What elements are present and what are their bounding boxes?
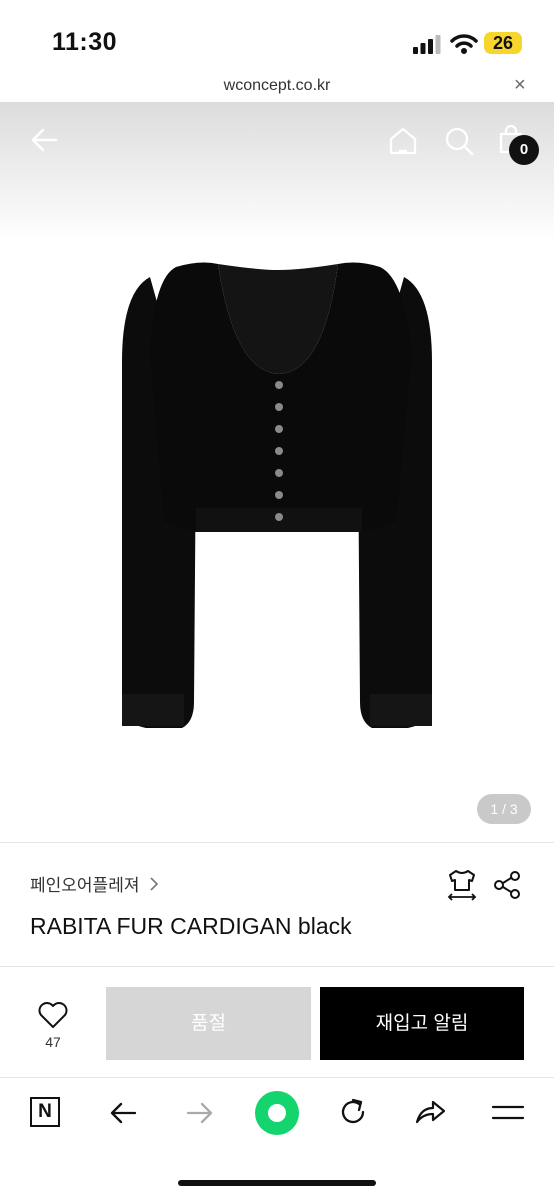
cart-count-badge: 0 <box>509 135 539 165</box>
back-icon[interactable] <box>108 1098 138 1128</box>
menu-icon[interactable] <box>491 1102 525 1124</box>
green-dot-center <box>268 1104 286 1122</box>
close-icon[interactable]: × <box>514 74 526 97</box>
naver-n-button[interactable]: N <box>30 1097 60 1127</box>
cardigan-image <box>122 262 432 728</box>
green-dot-button[interactable] <box>255 1091 299 1135</box>
brand-name: 페인오어플레져 <box>30 876 140 895</box>
like-count: 47 <box>45 1034 61 1050</box>
home-indicator <box>178 1180 376 1186</box>
divider <box>0 966 554 967</box>
share-arrow-icon[interactable] <box>413 1096 447 1128</box>
battery-indicator: 26 <box>484 32 522 54</box>
refresh-icon[interactable] <box>337 1096 369 1128</box>
url-text[interactable]: wconcept.co.kr <box>0 77 554 95</box>
forward-icon[interactable] <box>185 1098 215 1128</box>
chevron-right-icon <box>150 877 159 891</box>
gallery-counter: 1 / 3 <box>477 794 531 824</box>
home-icon[interactable] <box>387 125 419 157</box>
brand-link[interactable]: 페인오어플레져 <box>30 871 160 896</box>
soldout-button[interactable]: 품절 <box>106 987 311 1060</box>
share-icon[interactable] <box>492 870 522 900</box>
search-icon[interactable] <box>443 125 475 157</box>
restock-alert-button[interactable]: 재입고 알림 <box>320 987 524 1060</box>
divider <box>0 842 554 843</box>
cellular-signal-icon <box>413 35 441 54</box>
heart-icon[interactable] <box>37 1001 69 1029</box>
size-guide-icon[interactable] <box>446 868 478 902</box>
wifi-icon <box>450 34 478 54</box>
status-time: 11:30 <box>52 28 118 56</box>
back-arrow-icon[interactable] <box>28 124 60 156</box>
product-image-gallery[interactable] <box>0 102 554 842</box>
product-name: RABITA FUR CARDIGAN black <box>30 913 352 939</box>
